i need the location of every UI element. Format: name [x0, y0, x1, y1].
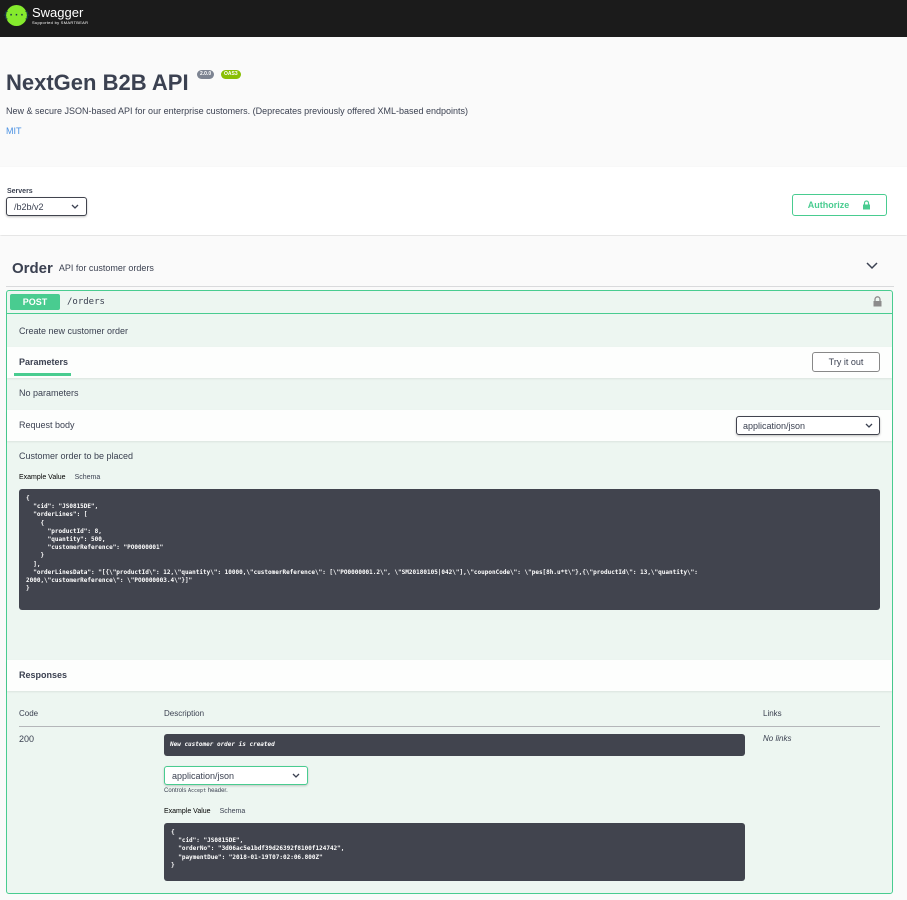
chevron-down-icon: [71, 204, 79, 209]
operation-summary[interactable]: POST /orders: [7, 291, 892, 314]
controls-accept-note: Controls Accept header.: [164, 788, 228, 794]
oas-badge: OAS3: [221, 70, 241, 79]
tag-header-order[interactable]: Order API for customer orders: [6, 250, 894, 287]
logo-subtitle: Supported by SMARTBEAR: [32, 20, 89, 25]
response-description: New customer order is created: [164, 734, 745, 756]
request-content-type-value: application/json: [743, 420, 806, 431]
col-header-code: Code: [19, 709, 39, 718]
tab-example-value[interactable]: Example Value: [164, 808, 211, 815]
swagger-logo-icon: {···}: [3, 5, 30, 26]
responses-header: Responses: [7, 660, 892, 691]
tag-section: Order API for customer orders POST /orde…: [0, 236, 907, 900]
authorize-button[interactable]: Authorize: [792, 194, 887, 216]
no-parameters-text: No parameters: [19, 388, 79, 398]
servers-select[interactable]: /b2b/v2: [6, 197, 87, 216]
response-code: 200: [19, 734, 35, 744]
version-badge: 2.0.0: [197, 70, 215, 79]
api-description: New & secure JSON-based API for our ente…: [6, 106, 469, 116]
info-section: NextGen B2B API 2.0.0 OAS3 New & secure …: [0, 37, 907, 167]
chevron-down-icon: [865, 423, 873, 428]
topbar: {···} Swagger Supported by SMARTBEAR: [0, 0, 907, 37]
swagger-logo[interactable]: {···} Swagger Supported by SMARTBEAR: [3, 5, 89, 26]
lock-icon[interactable]: [873, 296, 882, 307]
operation-path: /orders: [67, 297, 105, 307]
chevron-down-icon[interactable]: [866, 262, 878, 270]
authorize-label: Authorize: [807, 200, 850, 210]
chevron-down-icon: [292, 773, 300, 778]
request-example-tabs: Example Value Schema: [19, 474, 100, 481]
method-badge: POST: [10, 294, 60, 310]
tab-schema[interactable]: Schema: [75, 474, 101, 481]
tag-name: Order: [12, 259, 53, 277]
scheme-container: Servers /b2b/v2 Authorize: [0, 167, 907, 235]
api-title: NextGen B2B API: [6, 70, 189, 95]
response-example-tabs: Example Value Schema: [164, 808, 245, 815]
request-body-description: Customer order to be placed: [19, 451, 134, 461]
tab-schema[interactable]: Schema: [220, 808, 246, 815]
license-link[interactable]: MIT: [6, 126, 22, 136]
tab-example-value[interactable]: Example Value: [19, 474, 66, 481]
response-content-type-select[interactable]: application/json: [164, 766, 308, 785]
col-header-links: Links: [763, 709, 782, 718]
request-example-code: { "cid": "JS0815DE", "orderLines": [ { "…: [19, 489, 880, 610]
responses-divider: [19, 726, 880, 727]
request-content-type-select[interactable]: application/json: [736, 416, 880, 435]
operation-post-orders: POST /orders Create new customer order P…: [6, 290, 893, 894]
response-content-type-value: application/json: [172, 770, 235, 781]
response-example-code: { "cid": "JS0815DE", "orderNo": "3d06ac5…: [164, 823, 745, 881]
col-header-description: Description: [164, 709, 205, 718]
response-links: No links: [763, 734, 792, 743]
lock-icon: [863, 200, 871, 210]
parameters-header: Parameters Try it out: [7, 347, 892, 378]
request-body-header: Request body application/json: [7, 410, 892, 441]
try-it-out-button[interactable]: Try it out: [812, 352, 880, 372]
logo-title: Swagger: [32, 5, 84, 20]
active-tab-indicator: [14, 373, 71, 376]
responses-label: Responses: [19, 670, 68, 680]
tab-parameters[interactable]: Parameters: [19, 357, 68, 367]
tag-description: API for customer orders: [58, 263, 154, 273]
servers-label: Servers: [7, 188, 33, 195]
request-body-label: Request body: [19, 420, 75, 430]
servers-selected-value: /b2b/v2: [14, 201, 44, 212]
operation-description: Create new customer order: [19, 326, 129, 336]
